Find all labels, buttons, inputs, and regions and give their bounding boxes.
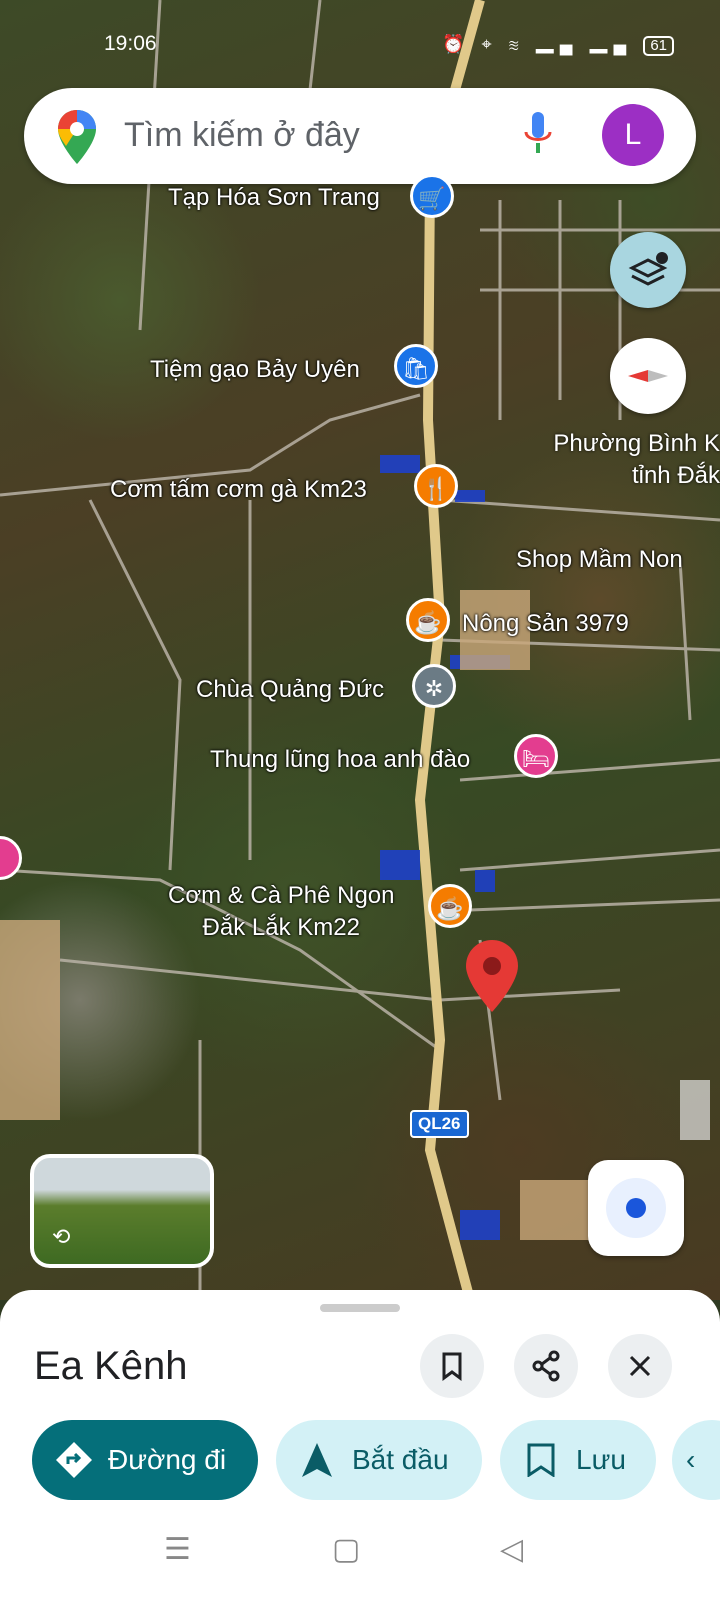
search-input[interactable]: Tìm kiếm ở đây [124,116,360,155]
close-button[interactable] [608,1334,672,1398]
clock: 19:06 [104,32,157,55]
poi-label[interactable]: Thung lũng hoa anh đào [210,746,470,774]
close-icon [629,1355,651,1377]
account-avatar[interactable]: L [602,104,664,166]
compass-button[interactable] [610,338,686,414]
poi-label[interactable]: Cơm & Cà Phê Ngon Đắk Lắk Km22 [168,880,395,944]
street-view-thumbnail[interactable]: ⟲ [30,1154,214,1268]
poi-label[interactable]: Tiệm gạo Bảy Uyên [150,356,360,384]
start-button[interactable]: Bắt đầu [276,1420,482,1500]
satellite-map[interactable]: 19:06 ⏰ ⌖ ≋ ▂▄ ▂▄ 61 Tìm kiếm ở đây L Tạ… [0,0,720,1300]
location-dot-icon [606,1178,666,1238]
poi-label[interactable]: Cơm tấm cơm gà Km23 [110,476,367,504]
compass-icon [628,370,668,382]
share-icon [532,1350,560,1382]
shopping-bag-icon[interactable]: 🛍 [394,344,438,388]
cafe-icon[interactable]: ☕ [428,884,472,928]
bookmark-button[interactable] [420,1334,484,1398]
system-nav-bar: ☰ ▢ ◁ [0,1512,720,1600]
layers-icon [628,252,668,286]
search-bar[interactable]: Tìm kiếm ở đây L [24,88,696,184]
place-title: Ea Kênh [34,1344,188,1388]
my-location-button[interactable] [588,1160,684,1256]
share-button[interactable] [514,1334,578,1398]
battery-indicator: 61 [643,36,674,56]
bookmark-icon [527,1443,555,1477]
back-nav-icon[interactable]: ◁ [500,1532,523,1567]
poi-label[interactable]: Nông Sản 3979 [462,610,629,638]
more-actions-chip[interactable]: ‹ [672,1420,720,1500]
shopping-cart-icon[interactable]: 🛒 [410,174,454,218]
bookmark-icon [442,1352,462,1381]
area-label: Phường Bình K tỉnh Đắk [553,430,720,489]
directions-button[interactable]: Đường đi [32,1420,258,1500]
drag-handle[interactable] [320,1304,400,1312]
hotel-icon[interactable]: 🛏 [514,734,558,778]
restaurant-icon[interactable]: 🍴 [414,464,458,508]
status-icons: ⏰ ⌖ ≋ ▂▄ ▂▄ 61 [442,34,674,56]
cafe-icon[interactable]: ☕ [406,598,450,642]
temple-icon[interactable]: ✲ [412,664,456,708]
poi-label[interactable]: Tạp Hóa Sơn Trang [168,184,380,212]
status-bar: 19:06 ⏰ ⌖ ≋ ▂▄ ▂▄ 61 [0,28,720,64]
road-shield: QL26 [410,1110,469,1138]
share-icon: ‹ [686,1444,696,1475]
navigation-arrow-icon [302,1443,332,1477]
menu-nav-icon[interactable]: ☰ [164,1532,191,1567]
save-button[interactable]: Lưu [500,1420,656,1500]
poi-label[interactable]: Shop Mầm Non [516,546,683,574]
home-nav-icon[interactable]: ▢ [332,1532,360,1567]
poi-label[interactable]: Chùa Quảng Đức [196,676,384,704]
rotate-360-icon: ⟲ [52,1224,71,1249]
layers-button[interactable] [610,232,686,308]
directions-icon [56,1442,92,1478]
